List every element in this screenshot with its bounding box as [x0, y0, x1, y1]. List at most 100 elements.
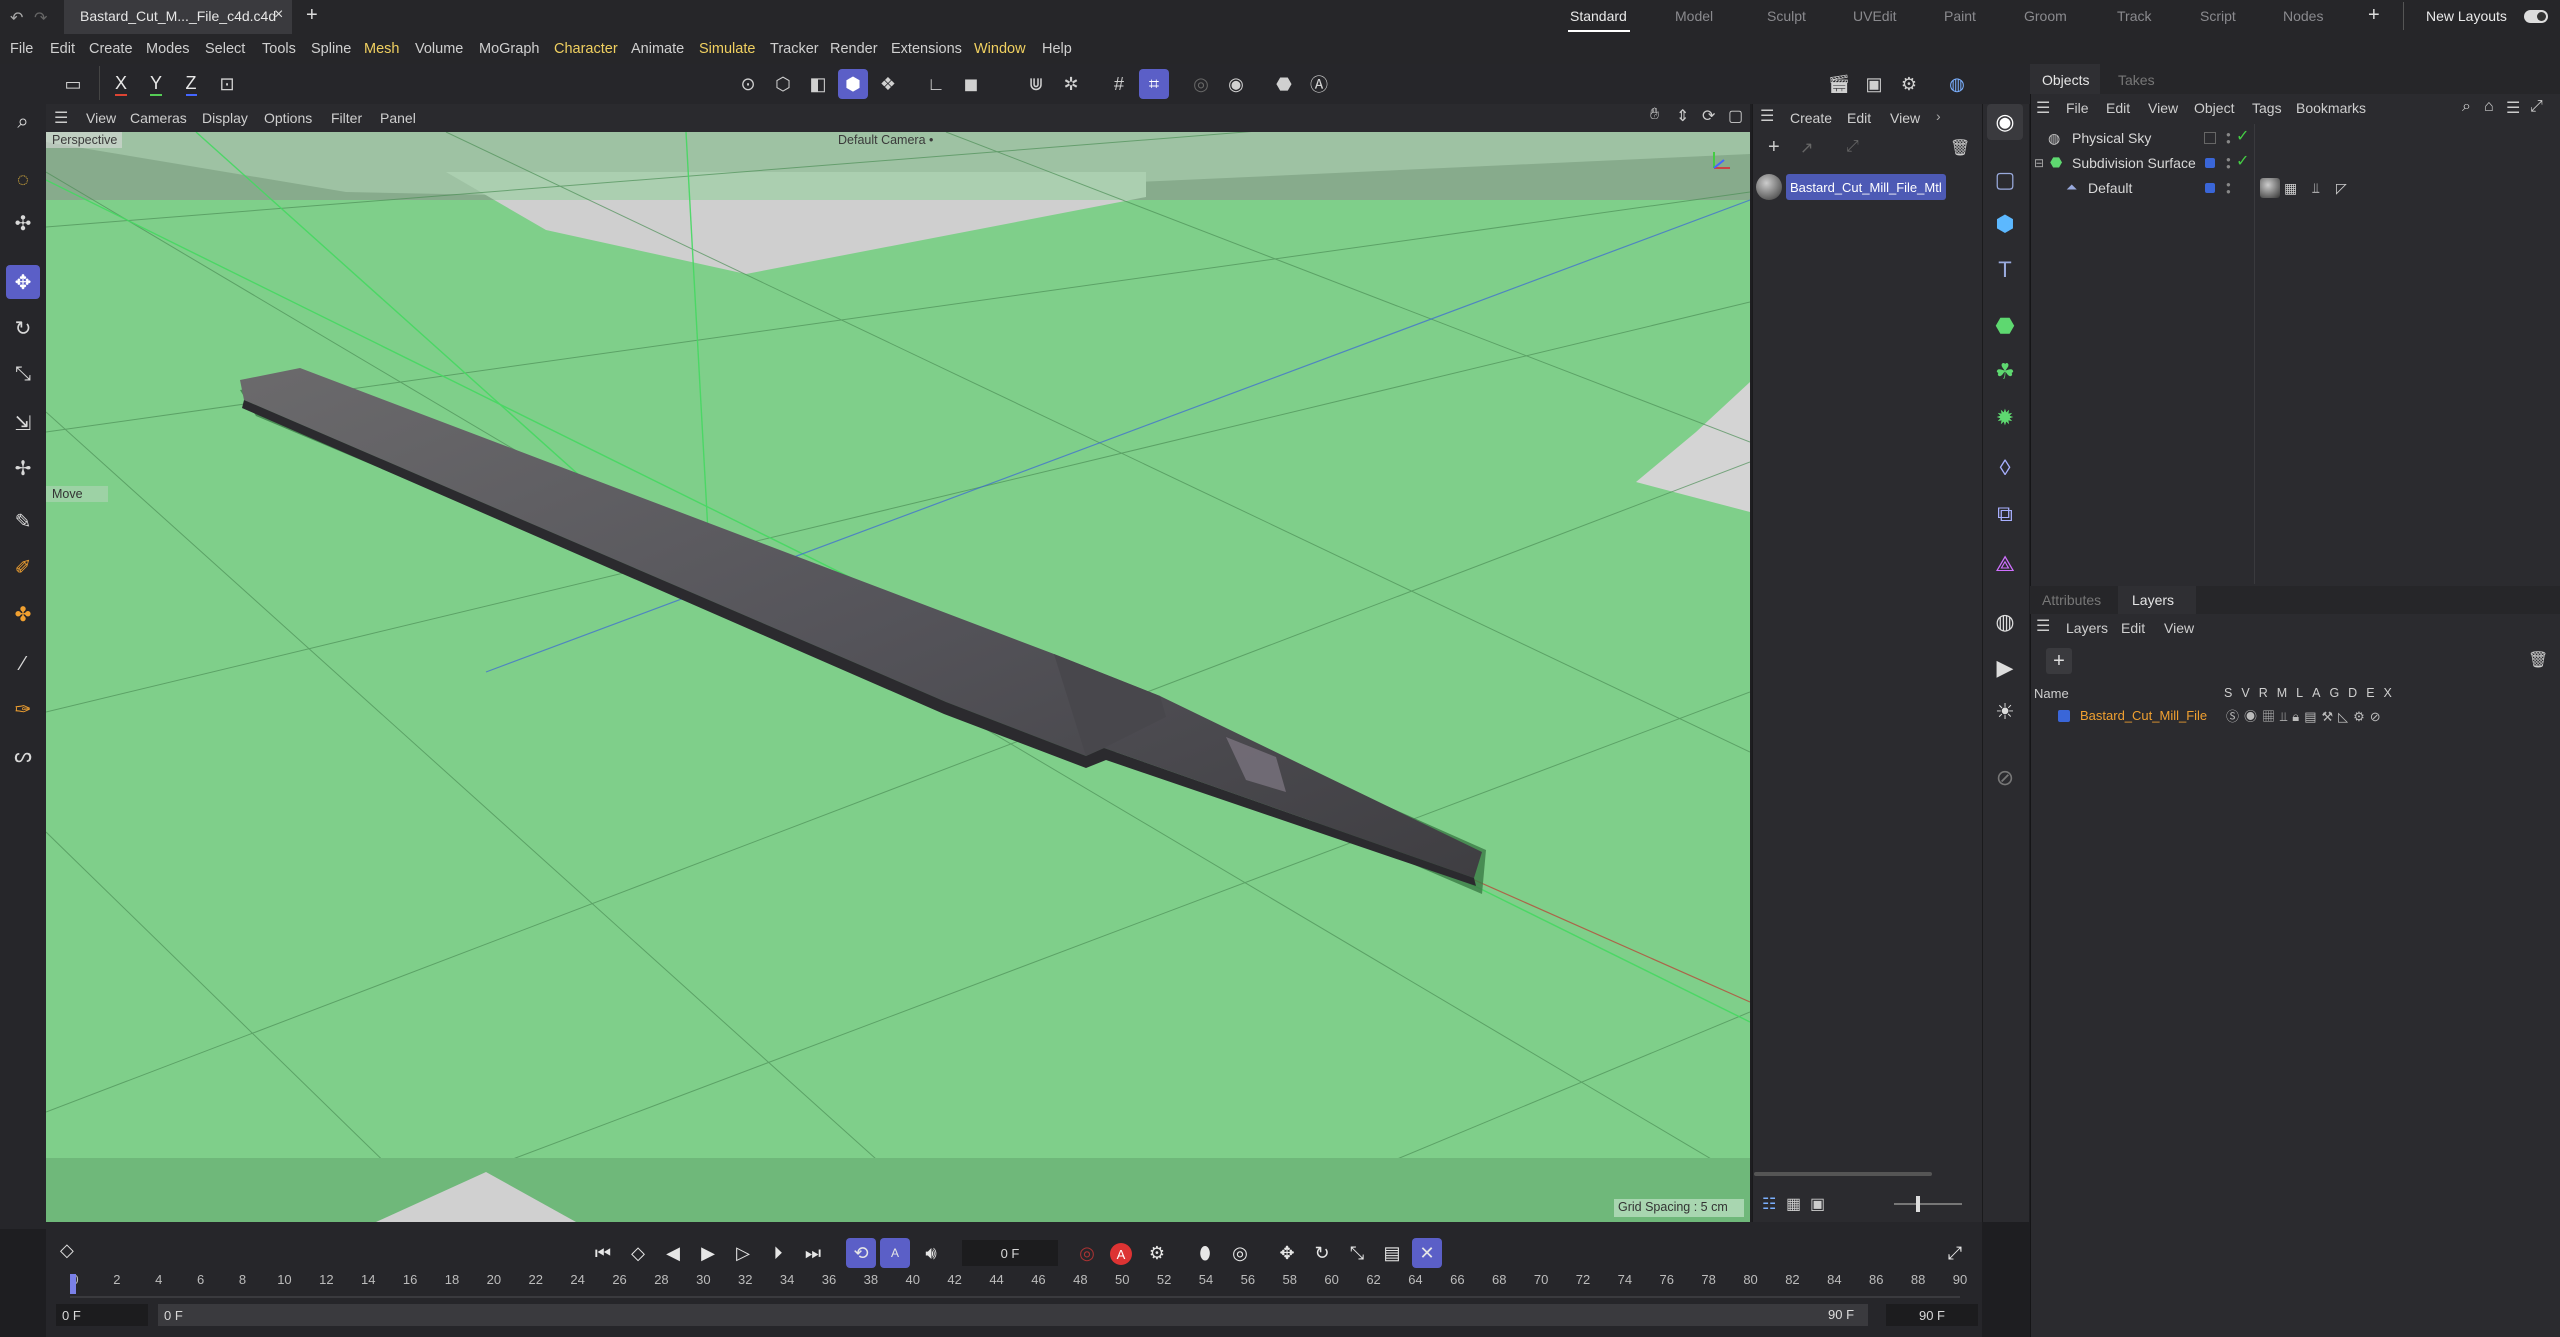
keyframe-selection-icon[interactable]: ⬮ [1190, 1238, 1220, 1268]
layout-groom[interactable]: Groom [2024, 8, 2067, 24]
objects-menu-tags[interactable]: Tags [2252, 100, 2282, 116]
layout-model[interactable]: Model [1675, 8, 1713, 24]
large-view-icon[interactable]: ▣ [1810, 1194, 1825, 1214]
menu-animate[interactable]: Animate [631, 41, 684, 57]
disabled-tool-icon[interactable]: ⊘ [1987, 760, 2023, 796]
record-icon[interactable]: ◎ [1072, 1238, 1102, 1268]
rotate-view-icon[interactable]: ⟳ [1702, 106, 1715, 126]
cloner-icon[interactable]: ☘ [1987, 354, 2023, 390]
menu-character[interactable]: Character [554, 41, 618, 57]
menu-mesh[interactable]: Mesh [364, 41, 399, 57]
tools-palette-icon[interactable]: ✣ [6, 206, 40, 240]
subdivision-layer-color[interactable] [2205, 158, 2215, 168]
material-zoom-slider[interactable] [1894, 1203, 1962, 1205]
scale-tool-icon[interactable]: ⤡ [6, 357, 40, 391]
zoom-view-icon[interactable]: ⇕ [1676, 106, 1689, 126]
add-layer-button[interactable]: + [2046, 648, 2072, 674]
menu-tracker[interactable]: Tracker [770, 41, 819, 57]
environment-icon[interactable]: ◍ [1987, 604, 2023, 640]
material-menu-create[interactable]: Create [1790, 110, 1832, 126]
menu-window[interactable]: Window [974, 41, 1026, 57]
pan-view-icon[interactable]: ✋︎ [1650, 106, 1659, 124]
sound-icon[interactable]: 🔊︎ [916, 1238, 946, 1268]
undo-icon[interactable]: ↶ [10, 8, 23, 28]
x-axis-toggle[interactable]: X [106, 69, 136, 99]
locked-workplane-icon[interactable]: ◼ [956, 69, 986, 99]
menu-file[interactable]: File [10, 41, 33, 57]
objects-search-icon[interactable]: ⌕ [2462, 98, 2471, 116]
new-tab-icon[interactable]: + [306, 4, 318, 27]
parameter-key-icon[interactable]: ▤ [1377, 1238, 1407, 1268]
objects-menu-edit[interactable]: Edit [2106, 100, 2130, 116]
playback-rate-icon[interactable]: A [880, 1238, 910, 1268]
rotate-tool-icon[interactable]: ↻ [6, 311, 40, 345]
points-mode-icon[interactable]: ⊙ [733, 69, 763, 99]
viewport-menu-cameras[interactable]: Cameras [130, 110, 187, 126]
objects-menu-object[interactable]: Object [2194, 100, 2234, 116]
menu-edit[interactable]: Edit [50, 41, 75, 57]
layout-track[interactable]: Track [2117, 8, 2151, 24]
menu-spline[interactable]: Spline [311, 41, 351, 57]
delete-material-icon[interactable]: 🗑︎ [1950, 138, 1970, 158]
viewport-menu-filter[interactable]: Filter [331, 110, 362, 126]
subdivision-surface-icon[interactable]: ⬣ [1987, 308, 2023, 344]
menu-extensions[interactable]: Extensions [891, 41, 962, 57]
redshift-icon[interactable]: ◍ [1942, 69, 1972, 99]
material-zoom-handle[interactable] [1916, 1196, 1920, 1212]
text-icon[interactable]: T [1987, 252, 2023, 288]
move-tool-icon[interactable]: ✥ [6, 265, 40, 299]
menu-mograph[interactable]: MoGraph [479, 41, 539, 57]
objects-menu-view[interactable]: View [2148, 100, 2178, 116]
menu-select[interactable]: Select [205, 41, 245, 57]
null-object-icon[interactable]: ▢ [1987, 162, 2023, 198]
prev-frame-icon[interactable]: ◀ [658, 1238, 688, 1268]
scale-key-icon[interactable]: ⤡ [1342, 1238, 1372, 1268]
selection-filter-icon[interactable]: ◉ [1987, 104, 2023, 140]
knife-tool-icon[interactable]: ✑ [6, 692, 40, 726]
viewport-menu-options[interactable]: Options [264, 110, 312, 126]
render-to-picture-viewer-icon[interactable]: ▣ [1859, 69, 1889, 99]
object-default[interactable]: Default [2088, 180, 2132, 196]
start-frame-field[interactable]: 0 F [56, 1304, 148, 1326]
grid-view-icon[interactable]: ▦ [1786, 1194, 1801, 1214]
list-view-icon[interactable]: ☷ [1762, 1194, 1776, 1214]
object-physical-sky[interactable]: Physical Sky [2072, 130, 2151, 146]
brush-icon[interactable]: ⁄ [6, 647, 40, 681]
next-key-icon[interactable]: ⏵ [763, 1238, 793, 1268]
menu-render[interactable]: Render [830, 41, 878, 57]
layers-hamburger-icon[interactable]: ☰ [2036, 616, 2050, 636]
redo-icon[interactable]: ↷ [34, 8, 47, 28]
selection-tool-icon[interactable]: ◌ [6, 163, 40, 197]
layout-standard[interactable]: Standard [1570, 8, 1627, 24]
grid-snap-icon[interactable]: # [1104, 69, 1134, 99]
layers-menu-edit[interactable]: Edit [2121, 620, 2145, 636]
loop-icon[interactable]: ⟲ [846, 1238, 876, 1268]
camera-label[interactable]: Default Camera • [838, 133, 933, 147]
naming-tool-icon[interactable]: ⬣ [1269, 69, 1299, 99]
key-settings-icon[interactable]: ⚙︎ [1142, 1238, 1172, 1268]
layout-sculpt[interactable]: Sculpt [1767, 8, 1806, 24]
objects-home-icon[interactable]: ⌂ [2484, 98, 2494, 116]
layout-script[interactable]: Script [2200, 8, 2236, 24]
symmetry-icon[interactable]: ◉ [1221, 69, 1251, 99]
object-subdivision-surface[interactable]: Subdivision Surface [2072, 155, 2196, 171]
material-menu-view[interactable]: View [1890, 110, 1920, 126]
viewport-menu-display[interactable]: Display [202, 110, 248, 126]
maximize-view-icon[interactable]: ▢ [1728, 106, 1743, 126]
quantize-icon[interactable]: ⌗ [1139, 69, 1169, 99]
search-icon[interactable]: ⌕ [6, 105, 40, 139]
tweak-icon[interactable]: Ⓐ [1304, 69, 1334, 99]
new-material-icon[interactable]: + [1768, 136, 1780, 159]
viewport-solo-icon[interactable]: ▭ [58, 69, 88, 99]
objects-filter-icon[interactable]: ☰ [2506, 98, 2520, 118]
viewport-menu-panel[interactable]: Panel [380, 110, 416, 126]
material-edit-icon[interactable]: ⤢ [1846, 138, 1859, 156]
add-layout-icon[interactable]: + [2368, 4, 2380, 27]
material-menu-edit[interactable]: Edit [1847, 110, 1871, 126]
subdivision-enabled-check[interactable]: ✓ [2236, 151, 2249, 171]
snap-icon[interactable]: ⋓ [1021, 69, 1051, 99]
autokey-icon[interactable]: A [1110, 1243, 1132, 1265]
material-more-icon[interactable]: › [1936, 108, 1941, 124]
menu-help[interactable]: Help [1042, 41, 1072, 57]
render-view-icon[interactable]: 🎬︎ [1824, 69, 1854, 99]
